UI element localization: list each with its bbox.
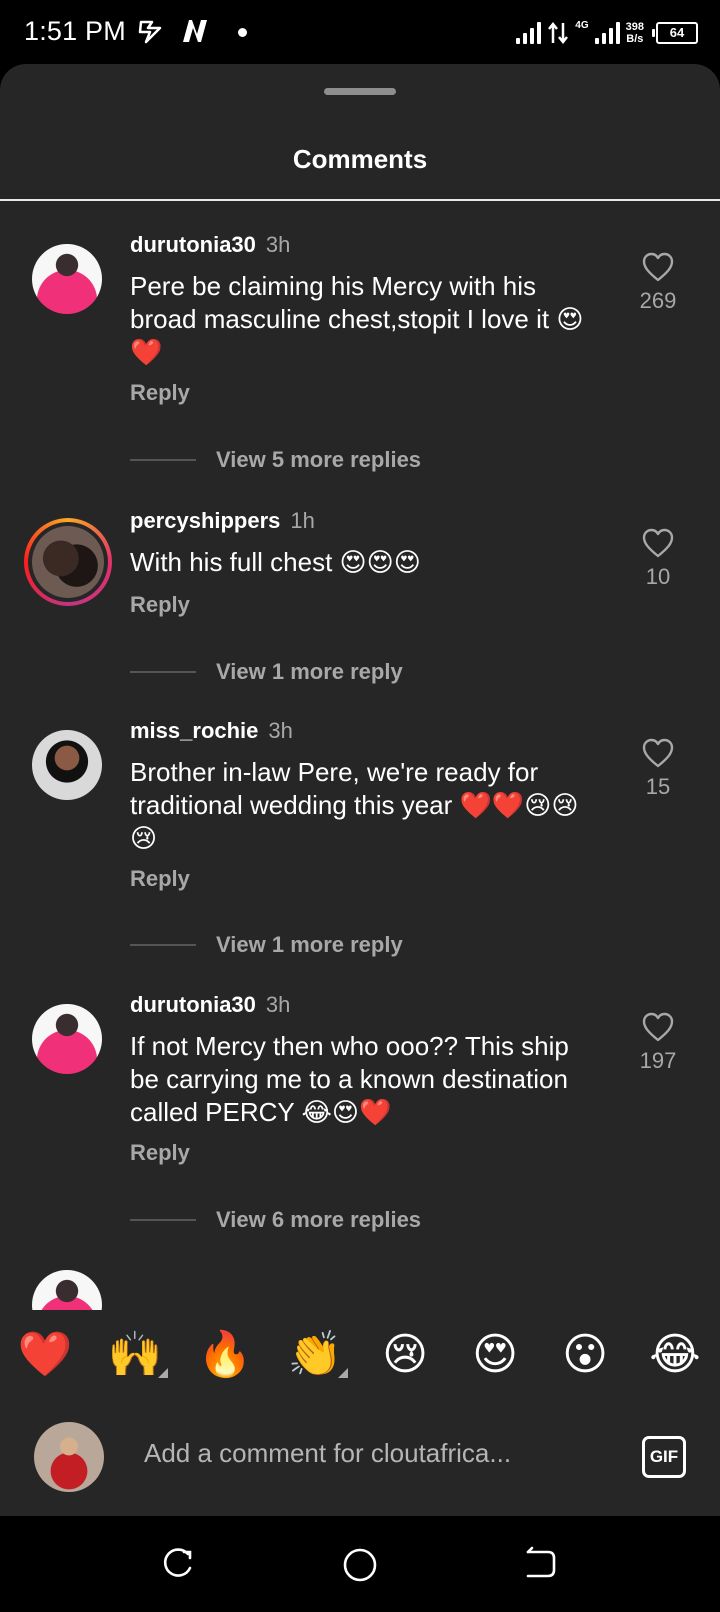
comment-time: 3h xyxy=(265,232,291,257)
avatar-partial[interactable] xyxy=(32,1270,102,1310)
heart-outline-icon xyxy=(642,252,674,282)
like-button[interactable]: 10 xyxy=(628,528,688,590)
like-count: 10 xyxy=(645,564,671,589)
like-button[interactable]: 15 xyxy=(628,738,688,800)
avatar[interactable] xyxy=(32,1004,102,1074)
battery-icon: 64 xyxy=(652,22,698,44)
reaction-heart-eyes-icon[interactable]: 😍 xyxy=(460,1329,530,1380)
title-divider xyxy=(0,199,720,201)
replies-line xyxy=(130,671,196,673)
replies-line xyxy=(130,944,196,946)
comment-text: Brother in-law Pere, we're ready for tra… xyxy=(130,757,579,853)
comment-time: 1h xyxy=(290,508,315,533)
like-count: 15 xyxy=(645,774,671,799)
signal-strength-icon xyxy=(516,22,542,44)
reaction-surprised-icon[interactable]: 😮 xyxy=(550,1329,620,1380)
reply-button[interactable]: Reply xyxy=(130,592,190,618)
skin-tone-indicator xyxy=(338,1368,348,1378)
view-more-replies[interactable]: View 5 more replies xyxy=(130,445,421,475)
view-more-replies-label: View 1 more reply xyxy=(216,659,403,684)
view-more-replies[interactable]: View 6 more replies xyxy=(130,1205,421,1235)
avatar[interactable] xyxy=(32,730,102,800)
replies-line xyxy=(130,459,196,461)
comment-time: 3h xyxy=(265,992,291,1017)
home-icon[interactable] xyxy=(341,1546,379,1584)
network-speed: 398 B/s xyxy=(626,21,644,45)
like-button[interactable]: 269 xyxy=(628,252,688,314)
reaction-raised-hands-icon[interactable]: 🙌 xyxy=(100,1328,170,1380)
gif-button[interactable]: GIF xyxy=(642,1436,686,1478)
view-more-replies-label: View 6 more replies xyxy=(216,1207,422,1232)
heart-outline-icon xyxy=(642,1012,674,1042)
status-indicators: 4G 398 B/s 64 xyxy=(516,16,698,50)
n-notification-icon xyxy=(183,20,207,42)
comment-username[interactable]: durutonia30 xyxy=(130,992,256,1017)
system-nav-bar xyxy=(0,1516,720,1612)
like-count: 197 xyxy=(639,1048,677,1073)
reaction-raised-hands-glyph: 🙌 xyxy=(107,1329,163,1380)
data-transfer-icon xyxy=(548,21,569,45)
app-notification-icon xyxy=(138,20,162,44)
comment-header: durutonia30 3h xyxy=(130,992,290,1018)
heart-outline-icon xyxy=(642,528,674,558)
comment-username[interactable]: percyshippers xyxy=(130,508,280,533)
like-count: 269 xyxy=(639,288,677,313)
comment-input-bar: Add a comment for cloutafrica... GIF xyxy=(0,1410,720,1510)
heart-outline-icon xyxy=(642,738,674,768)
avatar[interactable] xyxy=(32,526,104,598)
recent-apps-icon[interactable] xyxy=(160,1546,196,1582)
sheet-title: Comments xyxy=(292,144,428,174)
comment-header: durutonia30 3h xyxy=(130,232,290,258)
view-more-replies-label: View 1 more reply xyxy=(216,932,403,957)
reaction-fire-icon[interactable]: 🔥 xyxy=(190,1328,260,1380)
comment-username[interactable]: miss_rochie xyxy=(130,718,258,743)
comment-text: With his full chest 😍😍😍 xyxy=(130,547,421,577)
notification-dot-icon xyxy=(238,28,247,37)
reply-button[interactable]: Reply xyxy=(130,1140,190,1166)
reaction-laughing-icon[interactable]: 😂 xyxy=(640,1329,710,1380)
status-bar: 1:51 PM 4G 398 B/s 64 xyxy=(0,0,720,64)
back-icon[interactable] xyxy=(522,1546,558,1582)
skin-tone-indicator xyxy=(158,1368,168,1378)
comments-list[interactable]: durutonia30 3h Pere be claiming his Mercy… xyxy=(0,202,720,1310)
network-speed-value: 398 xyxy=(625,21,644,33)
like-button[interactable]: 197 xyxy=(628,1012,688,1074)
reaction-crying-icon[interactable]: 😢 xyxy=(370,1329,440,1380)
network-type: 4G xyxy=(575,19,589,31)
comment-username[interactable]: durutonia30 xyxy=(130,232,256,257)
network-speed-unit: B/s xyxy=(626,33,644,45)
comment-header: percyshippers 1h xyxy=(130,508,315,534)
view-more-replies-label: View 5 more replies xyxy=(216,447,422,472)
view-more-replies[interactable]: View 1 more reply xyxy=(130,930,403,960)
comment-input[interactable]: Add a comment for cloutafrica... xyxy=(144,1438,511,1469)
comments-sheet: Comments durutonia30 3h Pere be claiming … xyxy=(0,64,720,1516)
replies-line xyxy=(130,1219,196,1221)
quick-reactions-bar: ❤️ 🙌 🔥 👏 😢 😍 😮 😂 xyxy=(0,1310,720,1398)
comment-text: If not Mercy then who ooo?? This ship be… xyxy=(130,1031,569,1127)
comment-time: 3h xyxy=(268,718,293,743)
reply-button[interactable]: Reply xyxy=(130,380,190,406)
reaction-clap-icon[interactable]: 👏 xyxy=(280,1328,350,1380)
drag-handle[interactable] xyxy=(324,88,396,95)
reply-button[interactable]: Reply xyxy=(130,866,190,892)
avatar[interactable] xyxy=(32,244,102,314)
view-more-replies[interactable]: View 1 more reply xyxy=(130,657,403,687)
current-user-avatar xyxy=(34,1422,104,1492)
comment-text: Pere be claiming his Mercy with his broa… xyxy=(130,271,584,367)
reaction-clap-glyph: 👏 xyxy=(287,1329,343,1380)
signal-strength-2-icon xyxy=(594,22,620,44)
status-time: 1:51 PM xyxy=(24,16,126,46)
reaction-heart-icon[interactable]: ❤️ xyxy=(10,1328,80,1380)
comment-header: miss_rochie 3h xyxy=(130,718,293,744)
